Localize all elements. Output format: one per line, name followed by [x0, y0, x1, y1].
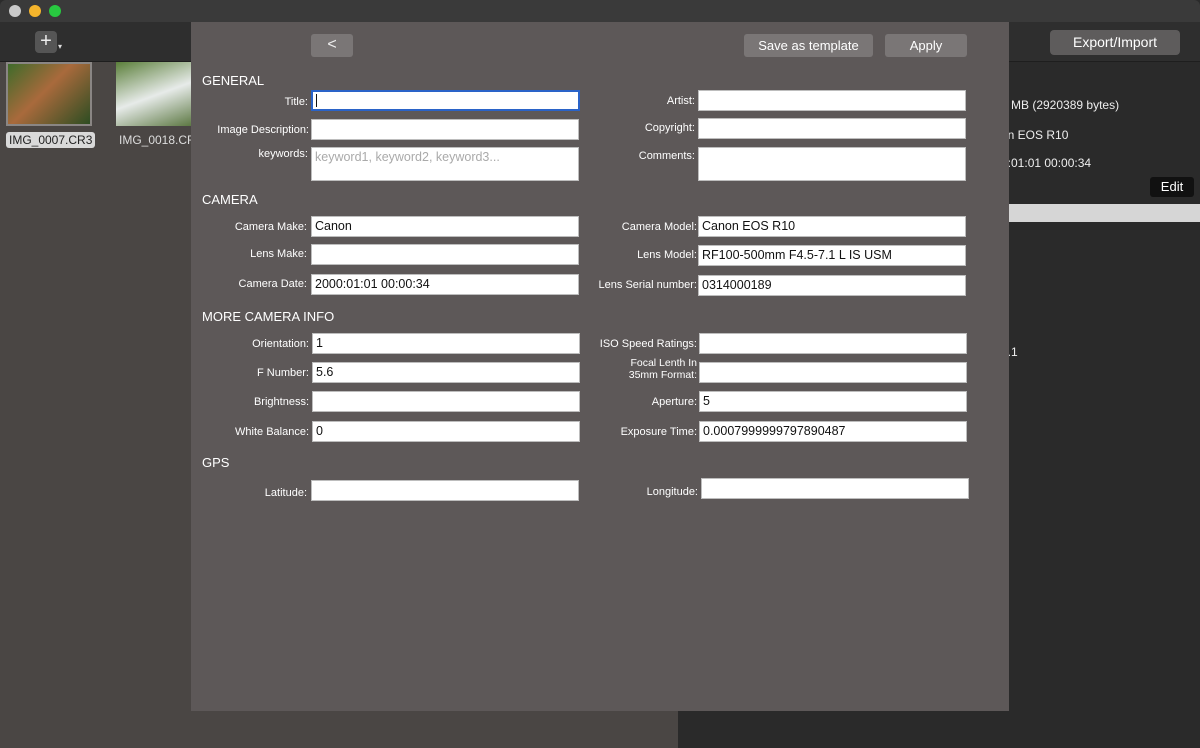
section-gps: GPS — [202, 455, 230, 470]
save-as-template-button[interactable]: Save as template — [744, 34, 873, 57]
zoom-window-icon[interactable] — [49, 5, 61, 17]
thumbnail-item[interactable]: IMG_0007.CR3 — [6, 62, 96, 148]
camera-make-field[interactable]: Canon — [311, 216, 579, 237]
lens-make-field[interactable] — [311, 244, 579, 265]
keywords-placeholder: keyword1, keyword2, keyword3... — [315, 150, 500, 164]
brightness-label: Brightness: — [253, 396, 309, 408]
lens-model-field[interactable]: RF100-500mm F4.5-7.1 L IS USM — [698, 245, 966, 266]
lens-serial-field[interactable]: 0314000189 — [698, 275, 966, 296]
longitude-field[interactable] — [701, 478, 969, 499]
image-description-field[interactable] — [311, 119, 579, 140]
thumbnail-image[interactable] — [6, 62, 92, 126]
artist-label: Artist: — [666, 95, 695, 107]
export-import-button[interactable]: Export/Import — [1050, 30, 1180, 55]
title-label: Title: — [284, 96, 308, 108]
brightness-field[interactable] — [312, 391, 580, 412]
orientation-label: Orientation: — [252, 338, 309, 350]
camera-model-field[interactable]: Canon EOS R10 — [698, 216, 966, 237]
camera-date-label: Camera Date: — [238, 278, 307, 290]
text-caret — [316, 94, 317, 108]
white-balance-label: White Balance: — [235, 426, 309, 438]
chevron-down-icon[interactable]: ▾ — [58, 42, 62, 51]
comments-field[interactable] — [698, 147, 966, 181]
apply-button[interactable]: Apply — [885, 34, 967, 57]
thumbnail-image[interactable] — [116, 62, 202, 126]
minimize-window-icon[interactable] — [29, 5, 41, 17]
iso-label: ISO Speed Ratings: — [599, 338, 697, 350]
add-icon[interactable]: + — [35, 31, 57, 53]
f-number-field[interactable]: 5.6 — [312, 362, 580, 383]
latitude-field[interactable] — [311, 480, 579, 501]
title-field[interactable] — [311, 90, 580, 111]
longitude-label: Longitude: — [646, 486, 698, 498]
copyright-field[interactable] — [698, 118, 966, 139]
camera-date-field[interactable]: 2000:01:01 00:00:34 — [311, 274, 579, 295]
copyright-label: Copyright: — [644, 122, 695, 134]
image-description-label: Image Description: — [217, 124, 309, 136]
focal-length-field[interactable] — [699, 362, 967, 383]
close-window-icon[interactable] — [9, 5, 21, 17]
aperture-label: Aperture: — [651, 396, 697, 408]
f-number-label: F Number: — [257, 367, 309, 379]
exposure-time-label: Exposure Time: — [620, 426, 697, 438]
focal-length-label-line2: 35mm Format: — [628, 369, 697, 381]
thumbnail-caption: IMG_0007.CR3 — [6, 132, 96, 148]
keywords-label: keywords: — [258, 148, 308, 160]
focal-length-label: Focal Lenth In 35mm Format: — [629, 357, 697, 381]
keywords-field[interactable]: keyword1, keyword2, keyword3... — [311, 147, 579, 181]
thumbnail-caption: IMG_0018.CR — [119, 133, 196, 147]
title-bar — [0, 0, 1200, 22]
white-balance-field[interactable]: 0 — [312, 421, 580, 442]
lens-serial-label: Lens Serial number: — [598, 279, 697, 291]
aperture-field[interactable]: 5 — [699, 391, 967, 412]
info-divider — [1001, 204, 1200, 222]
latitude-label: Latitude: — [264, 487, 307, 499]
exposure-time-field[interactable]: 0.0007999999797890487 — [699, 421, 967, 442]
orientation-field[interactable]: 1 — [312, 333, 580, 354]
iso-field[interactable] — [699, 333, 967, 354]
edit-button[interactable]: Edit — [1150, 177, 1194, 197]
metadata-editor-sheet: < Save as template Apply GENERAL Title: … — [191, 22, 1009, 711]
camera-model-label: Camera Model: — [621, 221, 697, 233]
section-camera: CAMERA — [202, 192, 258, 207]
section-more-camera-info: MORE CAMERA INFO — [202, 309, 335, 324]
back-button[interactable]: < — [311, 34, 353, 57]
file-size-text: 2 MB (2920389 bytes) — [1001, 98, 1120, 112]
comments-label: Comments: — [638, 150, 695, 162]
focal-length-label-line1: Focal Lenth In — [630, 357, 697, 369]
section-general: GENERAL — [202, 73, 265, 88]
artist-field[interactable] — [698, 90, 966, 111]
camera-model-text: on EOS R10 — [1001, 128, 1069, 142]
lens-make-label: Lens Make: — [250, 248, 307, 260]
date-text: 0:01:01 00:00:34 — [1001, 156, 1092, 170]
camera-make-label: Camera Make: — [234, 221, 307, 233]
lens-model-label: Lens Model: — [637, 249, 697, 261]
